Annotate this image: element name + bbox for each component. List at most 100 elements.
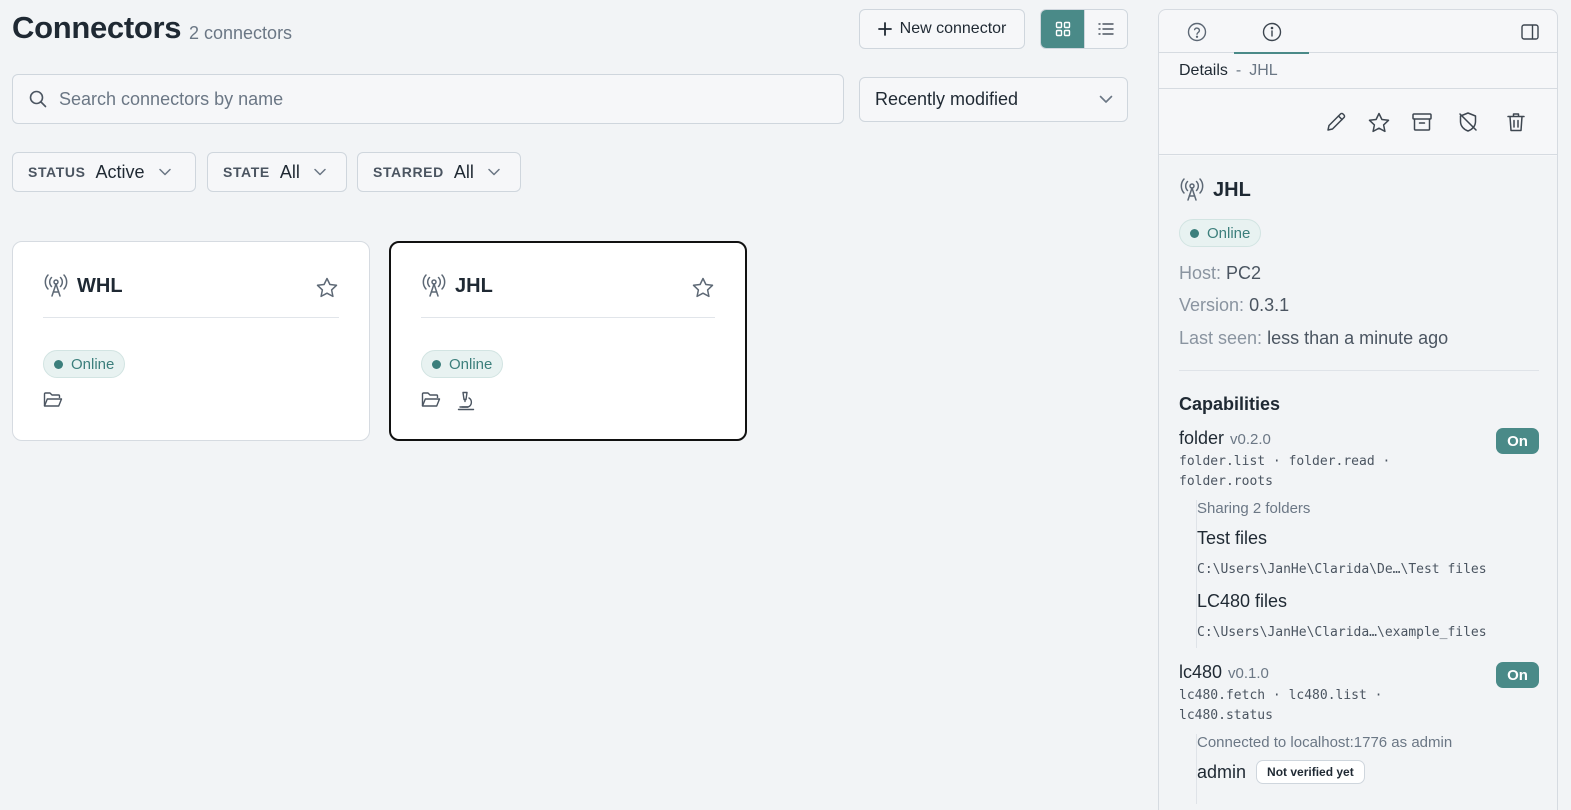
chevron-down-icon: [488, 168, 500, 176]
filter-value: All: [279, 161, 300, 182]
detail-header: JHL: [1179, 178, 1251, 202]
card-header: JHL: [421, 274, 493, 298]
archive-icon[interactable]: [1411, 111, 1433, 133]
status-dot: [54, 359, 63, 369]
capability-version: v0.2.0: [1230, 431, 1271, 448]
capability-methods: folder.roots: [1179, 474, 1273, 489]
details-panel: Details - JHL JHL Online Host: PC2 Versi…: [1158, 9, 1558, 810]
sort-select[interactable]: Recently modified: [859, 77, 1128, 122]
antenna-icon: [421, 274, 447, 298]
capability-folder: folder v0.2.0 On folder.list · folder.rea…: [1179, 428, 1539, 489]
capability-methods: lc480.status: [1179, 708, 1273, 723]
search-box: [12, 74, 844, 124]
capability-name: folder: [1179, 428, 1225, 448]
capability-version: v0.1.0: [1228, 665, 1269, 682]
help-icon: [1187, 22, 1207, 42]
connector-count: 2 connectors: [189, 23, 293, 43]
filter-value: Active: [95, 161, 145, 182]
antenna-icon: [1179, 178, 1205, 202]
new-connector-button[interactable]: New connector: [859, 9, 1025, 49]
state-filter[interactable]: STATE All: [207, 152, 347, 192]
version-value: 0.3.1: [1249, 295, 1290, 315]
edit-icon[interactable]: [1325, 111, 1347, 133]
user-row: admin Not verified yet: [1197, 760, 1365, 784]
panel-tabs: [1159, 10, 1557, 54]
capability-icons: [421, 391, 475, 411]
search-icon: [29, 90, 47, 108]
capability-name: lc480: [1179, 662, 1223, 682]
connector-card[interactable]: WHL Online: [12, 241, 370, 441]
verification-tag: Not verified yet: [1256, 760, 1365, 784]
capability-methods: folder.list · folder.read ·: [1179, 454, 1391, 469]
filter-key: STATUS: [28, 164, 86, 180]
list-view-button[interactable]: [1084, 10, 1127, 48]
capability-toggle[interactable]: On: [1496, 428, 1539, 454]
lc480-details: Connected to localhost:1776 as admin adm…: [1196, 734, 1539, 804]
card-name: JHL: [455, 274, 493, 297]
panel-actions: [1159, 88, 1557, 155]
new-connector-label: New connector: [899, 20, 1007, 37]
folder-icon: [43, 391, 63, 409]
info-icon: [1262, 22, 1282, 42]
last-seen-value: less than a minute ago: [1267, 328, 1449, 348]
folder-summary: Sharing 2 folders: [1197, 500, 1311, 517]
detail-name: JHL: [1213, 178, 1251, 201]
star-icon[interactable]: [1367, 111, 1391, 135]
disable-icon[interactable]: [1457, 111, 1479, 133]
version-row: Version: 0.3.1: [1179, 295, 1289, 316]
status-text: Online: [71, 355, 115, 373]
breadcrumb: Details - JHL: [1179, 62, 1278, 80]
antenna-icon: [43, 274, 69, 298]
version-label: Version:: [1179, 295, 1245, 315]
host-row: Host: PC2: [1179, 263, 1261, 284]
status-text: Online: [449, 355, 493, 373]
folder-path: C:\Users\JanHe\Clarida…\example_files: [1197, 625, 1487, 640]
status-badge: Online: [1179, 219, 1262, 247]
capability-lc480: lc480 v0.1.0 On lc480.fetch · lc480.list …: [1179, 662, 1539, 723]
delete-icon[interactable]: [1505, 111, 1527, 133]
divider: [1179, 370, 1539, 371]
list-icon: [1098, 22, 1114, 36]
star-icon[interactable]: [691, 276, 715, 300]
grid-view-button[interactable]: [1041, 10, 1084, 48]
chevron-down-icon: [158, 168, 171, 176]
host-value: PC2: [1226, 263, 1262, 283]
capability-icons: [43, 391, 63, 409]
sort-selected-value: Recently modified: [875, 89, 1019, 109]
card-divider: [43, 317, 339, 318]
chevron-down-icon: [314, 168, 326, 176]
host-label: Host:: [1179, 263, 1222, 283]
page-title: Connectors: [12, 10, 182, 45]
microscope-icon: [457, 391, 475, 411]
status-badge: Online: [43, 350, 126, 378]
plus-icon: [877, 22, 892, 36]
breadcrumb-item: JHL: [1249, 62, 1278, 79]
card-divider: [421, 317, 715, 318]
card-header: WHL: [43, 274, 123, 298]
tab-info[interactable]: [1234, 10, 1309, 54]
connection-summary: Connected to localhost:1776 as admin: [1197, 734, 1453, 751]
filter-key: STATE: [223, 164, 270, 180]
breadcrumb-section: Details: [1179, 62, 1228, 79]
tab-help[interactable]: [1159, 10, 1234, 53]
starred-filter[interactable]: STARRED All: [357, 152, 521, 192]
chevron-down-icon: [1099, 95, 1113, 104]
star-icon[interactable]: [315, 276, 339, 300]
folder-name: Test files: [1197, 528, 1268, 548]
last-seen-label: Last seen:: [1179, 328, 1263, 348]
folder-name: LC480 files: [1197, 591, 1288, 611]
status-badge: Online: [421, 350, 504, 378]
view-toggle: [1040, 9, 1128, 49]
status-filter[interactable]: STATUS Active: [12, 152, 196, 192]
search-input[interactable]: [59, 88, 819, 110]
status-text: Online: [1207, 224, 1251, 242]
toggle-sidebar-icon[interactable]: [1521, 24, 1539, 40]
folder-path: C:\Users\JanHe\Clarida\De…\Test files: [1197, 562, 1487, 577]
connector-card[interactable]: JHL Online: [389, 241, 747, 441]
grid-icon: [1055, 21, 1071, 37]
card-name: WHL: [77, 274, 123, 297]
panel-body: JHL Online Host: PC2 Version: 0.3.1 Last…: [1159, 156, 1557, 810]
breadcrumb-separator: -: [1235, 62, 1242, 79]
capability-methods: lc480.fetch · lc480.list ·: [1179, 688, 1383, 703]
capability-toggle[interactable]: On: [1496, 662, 1539, 688]
